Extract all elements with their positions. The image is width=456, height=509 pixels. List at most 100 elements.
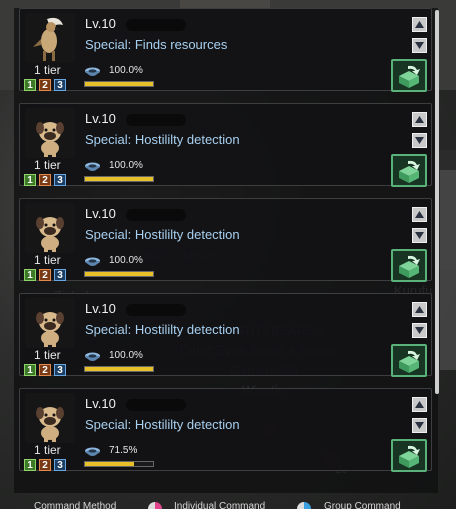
pet-level: Lv.10 (85, 396, 116, 411)
tier-badges: 1 2 3 (24, 364, 66, 376)
move-up-button[interactable] (412, 397, 427, 412)
hunger-percent: 71.5% (109, 445, 138, 456)
pet-level: Lv.10 (85, 16, 116, 31)
arrow-up-icon (415, 306, 424, 313)
tier-badge-1[interactable]: 1 (24, 79, 36, 91)
tier-badge-1[interactable]: 1 (24, 269, 36, 281)
pet-command-icon (399, 445, 420, 468)
pet-level: Lv.10 (85, 301, 116, 316)
pet-card[interactable]: 1 tier 1 2 3 Lv.10 Special: Hostililty d… (19, 388, 432, 472)
tier-badge-1[interactable]: 1 (24, 459, 36, 471)
pet-name-redacted (126, 209, 186, 221)
pet-command-icon (399, 65, 420, 88)
move-up-button[interactable] (412, 302, 427, 317)
dog-pet-portrait-icon (25, 393, 75, 443)
individual-command-icon[interactable] (148, 502, 162, 509)
hunger-percent: 100.0% (109, 65, 143, 76)
bird-pet-portrait-icon (25, 13, 75, 63)
arrow-up-icon (415, 211, 424, 218)
pet-command-icon (399, 255, 420, 278)
pet-tier: 1 tier (34, 158, 61, 172)
tier-badge-2[interactable]: 2 (39, 174, 51, 186)
pet-name-redacted (126, 304, 186, 316)
tier-badge-2[interactable]: 2 (39, 459, 51, 471)
move-up-button[interactable] (412, 17, 427, 32)
arrow-down-icon (415, 137, 424, 144)
pet-name-redacted (126, 19, 186, 31)
pet-name-redacted (126, 399, 186, 411)
pet-level: Lv.10 (85, 111, 116, 126)
move-down-button[interactable] (412, 133, 427, 148)
scrollbar[interactable] (435, 10, 439, 394)
tier-badges: 1 2 3 (24, 79, 66, 91)
tier-badge-3[interactable]: 3 (54, 269, 66, 281)
move-up-button[interactable] (412, 207, 427, 222)
arrow-down-icon (415, 232, 424, 239)
pet-special: Special: Hostililty detection (85, 322, 240, 337)
food-bowl-icon (85, 67, 100, 76)
tier-badges: 1 2 3 (24, 269, 66, 281)
hunger-bar-fill (85, 177, 153, 181)
food-bowl-icon (85, 257, 100, 266)
tier-badges: 1 2 3 (24, 459, 66, 471)
group-command-label: Group Command (324, 501, 401, 509)
dog-pet-portrait-icon (25, 203, 75, 253)
hunger-bar (84, 176, 154, 182)
tier-badge-3[interactable]: 3 (54, 79, 66, 91)
pet-tier: 1 tier (34, 253, 61, 267)
tier-badges: 1 2 3 (24, 174, 66, 186)
group-command-icon[interactable] (297, 502, 311, 509)
arrow-down-icon (415, 327, 424, 334)
pet-card[interactable]: 1 tier 1 2 3 Lv.10 Special: Hostililty d… (19, 198, 432, 282)
tier-badge-3[interactable]: 3 (54, 364, 66, 376)
hunger-bar-fill (85, 462, 134, 466)
pet-special: Special: Hostililty detection (85, 227, 240, 242)
individual-command-label: Individual Command (174, 501, 266, 509)
pet-action-button[interactable] (391, 344, 427, 377)
arrow-up-icon (415, 116, 424, 123)
dog-pet-portrait-icon (25, 298, 75, 348)
dog-pet-portrait-icon (25, 108, 75, 158)
pet-action-button[interactable] (391, 154, 427, 187)
hunger-percent: 100.0% (109, 350, 143, 361)
pet-special: Special: Hostililty detection (85, 417, 240, 432)
move-down-button[interactable] (412, 228, 427, 243)
arrow-up-icon (415, 401, 424, 408)
move-down-button[interactable] (412, 38, 427, 53)
hunger-bar-fill (85, 82, 153, 86)
pet-level: Lv.10 (85, 206, 116, 221)
arrow-down-icon (415, 42, 424, 49)
pet-special: Special: Finds resources (85, 37, 228, 52)
arrow-up-icon (415, 21, 424, 28)
pet-action-button[interactable] (391, 249, 427, 282)
move-up-button[interactable] (412, 112, 427, 127)
move-down-button[interactable] (412, 418, 427, 433)
pet-card[interactable]: 1 tier 1 2 3 Lv.10 Special: Finds resour… (19, 8, 432, 92)
tier-badge-2[interactable]: 2 (39, 79, 51, 91)
hunger-bar-fill (85, 367, 153, 371)
pet-special: Special: Hostililty detection (85, 132, 240, 147)
pet-tier: 1 tier (34, 63, 61, 77)
tier-badge-3[interactable]: 3 (54, 459, 66, 471)
hunger-percent: 100.0% (109, 255, 143, 266)
pet-action-button[interactable] (391, 59, 427, 92)
tier-badge-2[interactable]: 2 (39, 269, 51, 281)
command-method-label: Command Method (34, 501, 117, 509)
pet-command-icon (399, 160, 420, 183)
arrow-down-icon (415, 422, 424, 429)
move-down-button[interactable] (412, 323, 427, 338)
tier-badge-1[interactable]: 1 (24, 364, 36, 376)
pet-tier: 1 tier (34, 348, 61, 362)
hunger-bar (84, 271, 154, 277)
pet-tier: 1 tier (34, 443, 61, 457)
tier-badge-2[interactable]: 2 (39, 364, 51, 376)
tier-badge-3[interactable]: 3 (54, 174, 66, 186)
food-bowl-icon (85, 447, 100, 456)
hunger-bar (84, 81, 154, 87)
hunger-percent: 100.0% (109, 160, 143, 171)
tier-badge-1[interactable]: 1 (24, 174, 36, 186)
pet-card[interactable]: 1 tier 1 2 3 Lv.10 Special: Hostililty d… (19, 103, 432, 187)
pet-action-button[interactable] (391, 439, 427, 472)
pet-card[interactable]: 1 tier 1 2 3 Lv.10 Special: Hostililty d… (19, 293, 432, 377)
hunger-bar (84, 366, 154, 372)
